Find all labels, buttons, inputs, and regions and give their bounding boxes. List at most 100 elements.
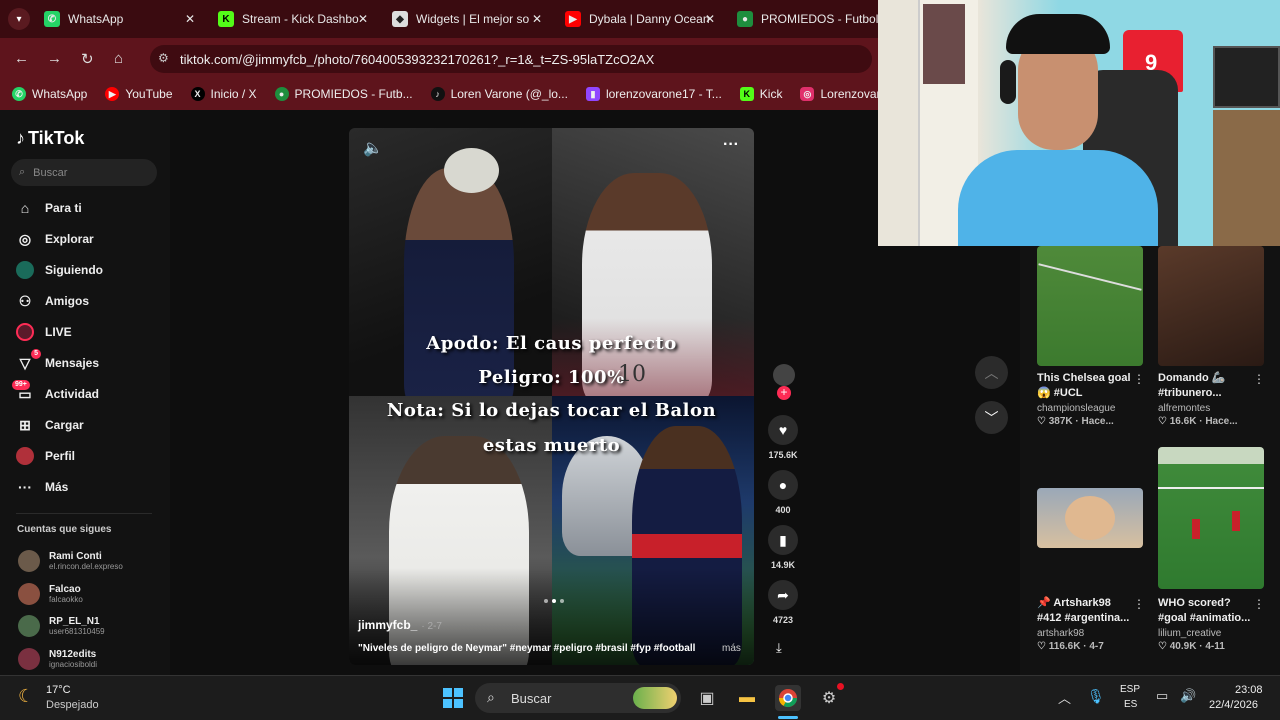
network-icon[interactable]: ▭ bbox=[1156, 688, 1168, 704]
dot[interactable] bbox=[544, 599, 548, 603]
moon-icon[interactable]: ☾ bbox=[18, 686, 34, 707]
recommended-author[interactable]: lilium_creative bbox=[1158, 628, 1258, 639]
following-item[interactable]: RP_EL_N1 user681310459 bbox=[18, 612, 105, 640]
bookmark-kick[interactable]: K Kick bbox=[739, 87, 782, 101]
weather-description[interactable]: Despejado bbox=[46, 699, 99, 711]
nav-mas[interactable]: ··· Más bbox=[16, 476, 68, 498]
chevron-up-icon[interactable]: ︿ bbox=[985, 363, 999, 383]
more-options-icon[interactable]: ··· bbox=[723, 136, 739, 154]
tab-close-kick[interactable]: ✕ bbox=[358, 6, 368, 32]
reload-icon[interactable]: ↻ bbox=[81, 50, 94, 68]
taskbar-search[interactable]: ⌕ Buscar bbox=[475, 683, 681, 713]
bookmark-twitch[interactable]: ▮ lorenzovarone17 - T... bbox=[585, 87, 722, 101]
bookmark-icon[interactable]: ▮ bbox=[768, 525, 798, 555]
nav-cargar[interactable]: ⊞ Cargar bbox=[16, 414, 84, 436]
like-button[interactable]: ♥ 175.6K bbox=[766, 415, 800, 460]
close-icon[interactable]: ✕ bbox=[532, 12, 542, 26]
recommended-author[interactable]: championsleague bbox=[1037, 403, 1137, 414]
scroll-down-button[interactable]: ﹀ bbox=[975, 401, 1008, 434]
tiktok-logo[interactable]: ♪ TikTok bbox=[16, 128, 84, 149]
site-info-icon[interactable]: ⚙ bbox=[158, 51, 169, 65]
follow-plus-icon[interactable]: + bbox=[777, 386, 791, 400]
author-avatar[interactable] bbox=[773, 364, 795, 386]
more-options-icon[interactable]: ⋮ bbox=[1253, 372, 1265, 386]
tab-widgets[interactable]: ◆ Widgets | El mejor so bbox=[392, 6, 529, 32]
tab-close-whatsapp[interactable]: ✕ bbox=[185, 6, 195, 32]
bookmark-x[interactable]: X Inicio / X bbox=[190, 87, 257, 101]
bookmark-whatsapp[interactable]: ✆ WhatsApp bbox=[12, 87, 87, 101]
recommended-item[interactable]: 📌 Artshark98 #412 #argentina... artshark… bbox=[1037, 596, 1137, 652]
chevron-up-icon[interactable]: ︿ bbox=[1058, 688, 1071, 707]
collapse-icon[interactable]: ⤓ bbox=[776, 640, 782, 656]
heart-icon[interactable]: ♥ bbox=[768, 415, 798, 445]
recommended-thumbnail[interactable] bbox=[1037, 246, 1143, 366]
tab-whatsapp[interactable]: ✆ WhatsApp bbox=[44, 6, 123, 32]
nav-mensajes[interactable]: ▽ 5 Mensajes bbox=[16, 349, 99, 374]
recommended-author[interactable]: artshark98 bbox=[1037, 628, 1137, 639]
comment-icon[interactable]: ● bbox=[768, 470, 798, 500]
bookmark-button[interactable]: ▮ 14.9K bbox=[766, 525, 800, 570]
clock-time[interactable]: 23:08 bbox=[1235, 684, 1263, 696]
nav-siguiendo[interactable]: Siguiendo bbox=[16, 259, 103, 281]
dot[interactable] bbox=[560, 599, 564, 603]
forward-icon[interactable]: → bbox=[47, 50, 62, 67]
close-icon[interactable]: ✕ bbox=[185, 12, 195, 26]
weather-temperature[interactable]: 17°C bbox=[46, 684, 71, 696]
tab-kick[interactable]: K Stream - Kick Dashbo bbox=[218, 6, 359, 32]
more-options-icon[interactable]: ⋮ bbox=[1133, 372, 1145, 386]
nav-explorar[interactable]: ◎ Explorar bbox=[16, 228, 94, 250]
nav-amigos[interactable]: ⚇ Amigos bbox=[16, 290, 89, 312]
comment-button[interactable]: ● 400 bbox=[766, 470, 800, 515]
search-input[interactable]: ⌕ Buscar bbox=[11, 159, 157, 186]
recommended-title[interactable]: 📌 Artshark98 #412 #argentina... bbox=[1037, 596, 1137, 626]
caption-more-link[interactable]: más bbox=[722, 643, 741, 654]
more-options-icon[interactable]: ⋮ bbox=[1253, 597, 1265, 611]
file-explorer-icon[interactable]: ▬ bbox=[734, 685, 760, 711]
recommended-title[interactable]: Domando 🦾 #tribunero... bbox=[1158, 371, 1258, 401]
nav-para-ti[interactable]: ⌂ Para ti bbox=[16, 197, 82, 219]
nav-perfil[interactable]: Perfil bbox=[16, 445, 75, 467]
recommended-item[interactable]: This Chelsea goal 😱 #UCL championsleague… bbox=[1037, 371, 1137, 427]
clock-date[interactable]: 22/4/2026 bbox=[1209, 699, 1258, 711]
home-icon[interactable]: ⌂ bbox=[114, 50, 123, 67]
recommended-thumbnail[interactable] bbox=[1037, 488, 1143, 548]
tab-close-dybala[interactable]: ✕ bbox=[705, 6, 715, 32]
tab-promiedos[interactable]: ● PROMIEDOS - Futbol bbox=[737, 6, 878, 32]
following-item[interactable]: Falcao falcaokko bbox=[18, 580, 83, 608]
recommended-thumbnail[interactable] bbox=[1158, 447, 1264, 589]
nav-actividad[interactable]: ▭ 99+ Actividad bbox=[12, 380, 99, 405]
share-icon[interactable]: ➦ bbox=[768, 580, 798, 610]
chrome-icon[interactable] bbox=[775, 685, 801, 711]
tab-search-dropdown-icon[interactable]: ▾ bbox=[8, 8, 30, 30]
obs-icon[interactable]: ⚙ bbox=[816, 683, 844, 711]
keyboard-layout[interactable]: ES bbox=[1124, 699, 1137, 710]
address-bar[interactable]: ⚙ tiktok.com/@jimmyfcb_/photo/7604005393… bbox=[150, 45, 872, 73]
more-options-icon[interactable]: ⋮ bbox=[1133, 597, 1145, 611]
sound-icon[interactable]: 🔈 bbox=[363, 138, 383, 158]
bookmark-promiedos[interactable]: ● PROMIEDOS - Futb... bbox=[274, 87, 413, 101]
video-author[interactable]: jimmyfcb_ · 2-7 bbox=[358, 618, 442, 632]
microphone-icon[interactable]: 🎙 bbox=[1087, 688, 1105, 705]
recommended-title[interactable]: WHO scored? #goal #animatio... bbox=[1158, 596, 1258, 626]
author-name[interactable]: jimmyfcb_ bbox=[358, 618, 417, 632]
nav-live[interactable]: LIVE bbox=[16, 321, 72, 343]
carousel-dots[interactable] bbox=[544, 599, 564, 603]
language-indicator[interactable]: ESP bbox=[1120, 684, 1140, 695]
video-player[interactable]: Apodo: El caus perfecto Peligro: 100% No… bbox=[349, 128, 754, 665]
tab-close-widgets[interactable]: ✕ bbox=[532, 6, 542, 32]
close-icon[interactable]: ✕ bbox=[358, 12, 368, 26]
tab-dybala[interactable]: ▶ Dybala | Danny Ocean bbox=[565, 6, 710, 32]
volume-icon[interactable]: 🔊 bbox=[1180, 688, 1196, 704]
task-view-icon[interactable]: ▣ bbox=[694, 685, 720, 711]
back-icon[interactable]: ← bbox=[14, 50, 29, 67]
recommended-title[interactable]: This Chelsea goal 😱 #UCL bbox=[1037, 371, 1137, 401]
following-item[interactable]: Rami Conti el.rincon.del.expreso bbox=[18, 547, 123, 575]
bookmark-tiktok[interactable]: ♪ Loren Varone (@_lo... bbox=[430, 87, 568, 101]
scroll-up-button[interactable]: ︿ bbox=[975, 356, 1008, 389]
bookmark-youtube[interactable]: ▶ YouTube bbox=[105, 87, 173, 101]
recommended-author[interactable]: alfremontes bbox=[1158, 403, 1258, 414]
recommended-thumbnail[interactable] bbox=[1158, 246, 1264, 366]
following-item[interactable]: N912edits ignaciosiboldi bbox=[18, 645, 97, 673]
windows-start-icon[interactable] bbox=[440, 685, 466, 711]
chevron-down-icon[interactable]: ﹀ bbox=[985, 408, 999, 428]
